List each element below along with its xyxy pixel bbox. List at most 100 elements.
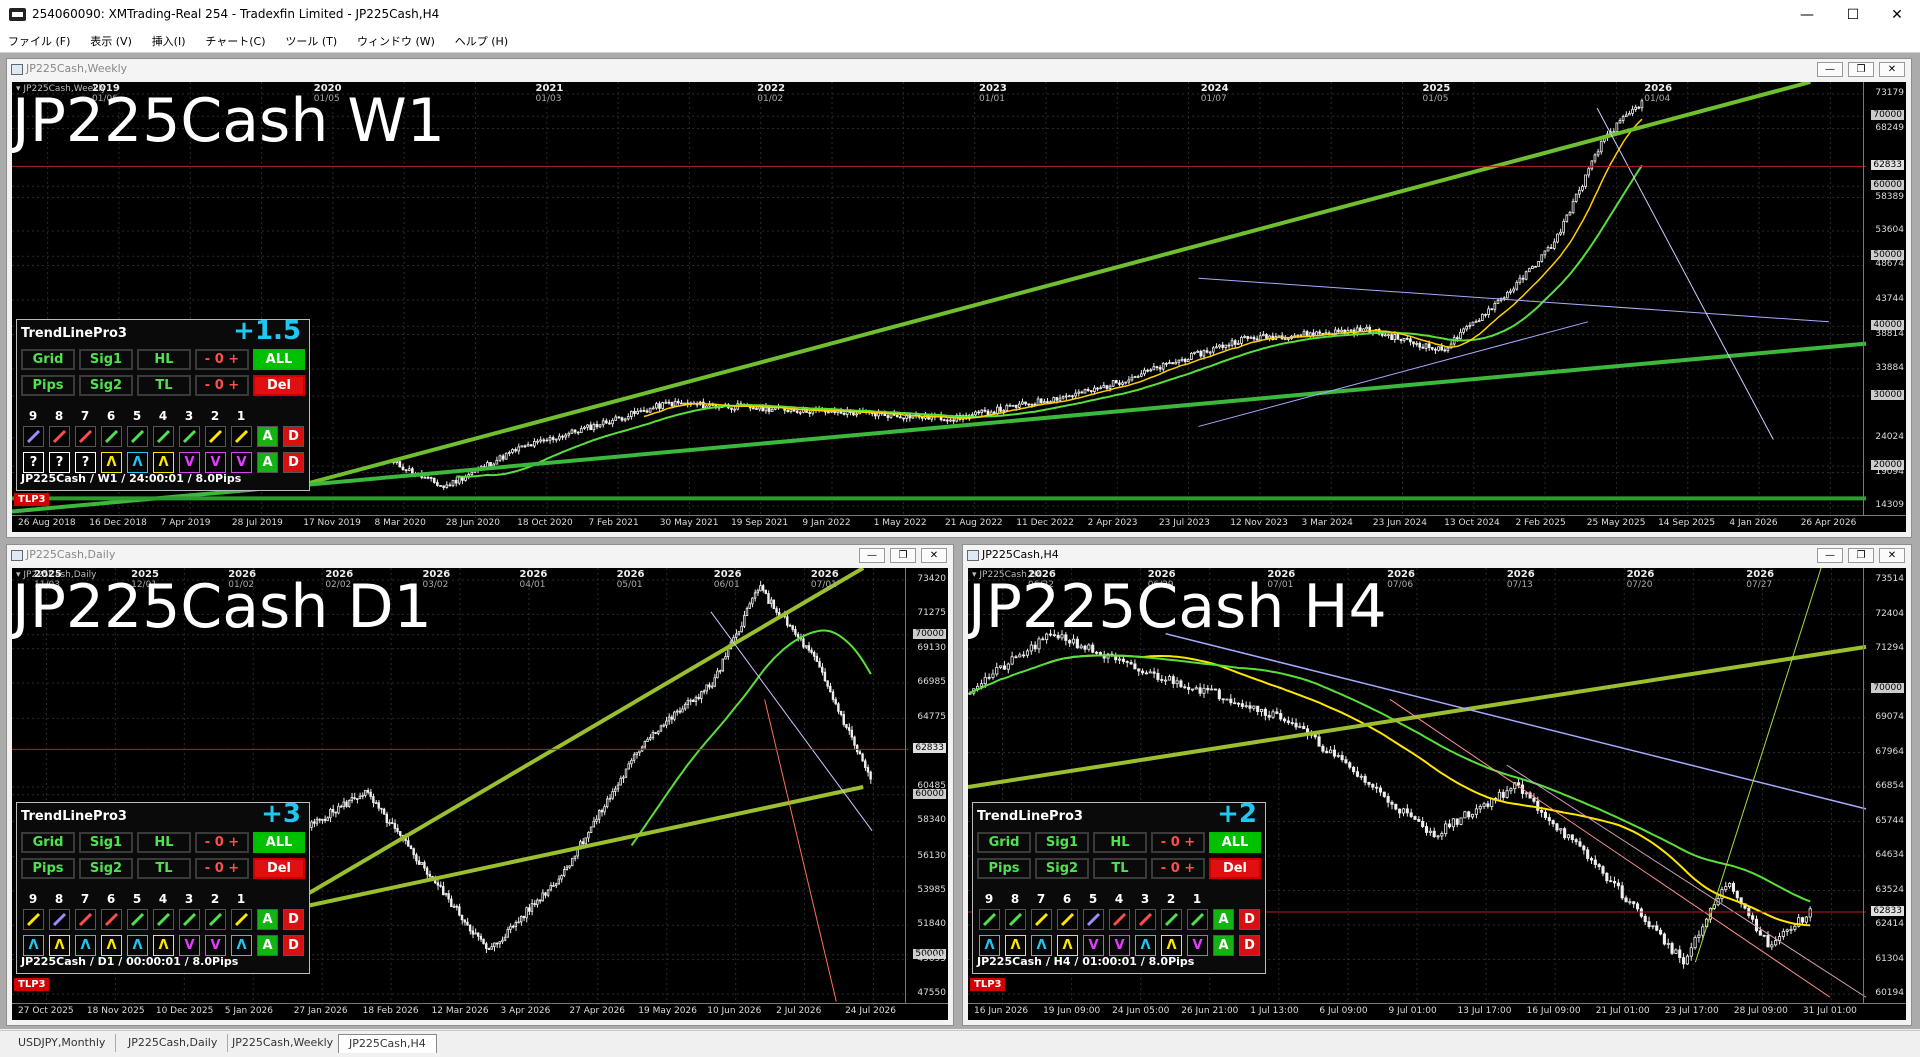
time-axis[interactable]: 16 Jun 2026 19 Jun 09:00 24 Jun 05:00 26 Ju… — [968, 1003, 1906, 1020]
chart-window-weekly[interactable]: JP225Cash,Weekly — ❐ ✕ ▾ JP225Cash,Weekly … — [6, 58, 1912, 538]
signal-cell[interactable]: Λ — [1005, 935, 1026, 956]
row-d-button[interactable]: D — [1239, 935, 1260, 956]
counter-button[interactable]: - 0 + — [195, 832, 249, 853]
price-chart-h4[interactable]: ▾ JP225Cash,H4 2026 06/22 2026 06/29 2026 07/… — [968, 568, 1906, 1020]
tab-jp225-weekly[interactable]: JP225Cash,Weekly — [222, 1034, 345, 1052]
signal-cell[interactable]: ? — [49, 452, 70, 473]
signal-cell[interactable]: Λ — [1161, 935, 1182, 956]
maximize-button[interactable]: ☐ — [1830, 0, 1876, 30]
chart-window-titlebar[interactable]: JP225Cash,Weekly — ❐ ✕ — [7, 59, 1911, 79]
signal-cell[interactable]: Λ — [75, 935, 96, 956]
grid-button[interactable]: Grid — [21, 349, 75, 370]
sig1-button[interactable]: Sig1 — [1035, 832, 1089, 853]
trendline-pen-icon[interactable] — [23, 426, 44, 447]
price-axis[interactable]: 73514 72404 71294 70000 69074 67964 66854 65744… — [1863, 568, 1906, 1004]
signal-cell[interactable]: Λ — [49, 935, 70, 956]
tlp3-badge[interactable]: TLP3 — [14, 493, 50, 506]
menu-window[interactable]: ウィンドウ (W) — [349, 30, 443, 49]
trendline-pen-icon[interactable] — [75, 426, 96, 447]
grid-button[interactable]: Grid — [977, 832, 1031, 853]
signal-cell[interactable]: V — [205, 935, 226, 956]
trendline-pen-icon[interactable] — [23, 909, 44, 930]
signal-cell[interactable]: ? — [23, 452, 44, 473]
chart-window-titlebar[interactable]: JP225Cash,Daily — ❐ ✕ — [7, 545, 953, 565]
trendline-pen-icon[interactable] — [1109, 909, 1130, 930]
hl-button[interactable]: HL — [137, 832, 191, 853]
signal-cell[interactable]: Λ — [127, 452, 148, 473]
signal-cell[interactable]: V — [1083, 935, 1104, 956]
trendline-pen-icon[interactable] — [153, 909, 174, 930]
all-button[interactable]: ALL — [253, 832, 305, 853]
all-button[interactable]: ALL — [1209, 832, 1261, 853]
trendline-pen-icon[interactable] — [205, 909, 226, 930]
row-a-button[interactable]: A — [1213, 935, 1234, 956]
trendline-pen-icon[interactable] — [205, 426, 226, 447]
counter-button[interactable]: - 0 + — [195, 858, 249, 879]
trendline-pen-icon[interactable] — [231, 909, 252, 930]
tl-button[interactable]: TL — [1093, 858, 1147, 879]
signal-cell[interactable]: Λ — [231, 935, 252, 956]
chart-minimize-button[interactable]: — — [1817, 548, 1843, 563]
trendline-pen-icon[interactable] — [101, 426, 122, 447]
pips-button[interactable]: Pips — [21, 375, 75, 396]
chart-restore-button[interactable]: ❐ — [1848, 62, 1874, 77]
trendline-pen-icon[interactable] — [75, 909, 96, 930]
sig1-button[interactable]: Sig1 — [79, 832, 133, 853]
time-axis[interactable]: 26 Aug 2018 16 Dec 2018 7 Apr 2019 28 Jul 2… — [12, 515, 1906, 532]
menu-chart[interactable]: チャート(C) — [197, 30, 273, 49]
row-a-button[interactable]: A — [257, 426, 278, 447]
row-a-button[interactable]: A — [257, 452, 278, 473]
trendline-pen-icon[interactable] — [1057, 909, 1078, 930]
signal-cell[interactable]: Λ — [23, 935, 44, 956]
signal-cell[interactable]: Λ — [1031, 935, 1052, 956]
signal-cell[interactable]: Λ — [101, 452, 122, 473]
minimize-button[interactable]: — — [1784, 0, 1830, 30]
chart-close-button[interactable]: ✕ — [921, 548, 947, 563]
tab-usdjpy-monthly[interactable]: USDJPY,Monthly — [8, 1034, 117, 1052]
signal-cell[interactable]: Λ — [153, 935, 174, 956]
sig2-button[interactable]: Sig2 — [79, 858, 133, 879]
menu-insert[interactable]: 挿入(I) — [144, 30, 194, 49]
hl-button[interactable]: HL — [137, 349, 191, 370]
trendline-pen-icon[interactable] — [127, 426, 148, 447]
row-d-button[interactable]: D — [283, 452, 304, 473]
sig1-button[interactable]: Sig1 — [79, 349, 133, 370]
signal-cell[interactable]: Λ — [101, 935, 122, 956]
tl-button[interactable]: TL — [137, 858, 191, 879]
chart-restore-button[interactable]: ❐ — [1848, 548, 1874, 563]
signal-cell[interactable]: V — [1109, 935, 1130, 956]
trendline-pen-icon[interactable] — [1005, 909, 1026, 930]
signal-cell[interactable]: V — [1187, 935, 1208, 956]
tlp3-badge[interactable]: TLP3 — [970, 978, 1006, 991]
time-axis[interactable]: 27 Oct 2025 18 Nov 2025 10 Dec 2025 5 Jan 2… — [12, 1003, 948, 1020]
menu-help[interactable]: ヘルプ (H) — [447, 30, 516, 49]
tlp3-badge[interactable]: TLP3 — [14, 978, 50, 991]
row-d-button[interactable]: D — [283, 909, 304, 930]
signal-cell[interactable]: V — [205, 452, 226, 473]
trendline-pen-icon[interactable] — [1031, 909, 1052, 930]
price-chart-weekly[interactable]: ▾ JP225Cash,Weekly 2019 01/06 2020 01/05 202… — [12, 82, 1906, 532]
signal-cell[interactable]: Λ — [153, 452, 174, 473]
trendline-pen-icon[interactable] — [127, 909, 148, 930]
del-button[interactable]: Del — [253, 375, 305, 396]
close-button[interactable]: ✕ — [1874, 0, 1920, 30]
trendline-pen-icon[interactable] — [1135, 909, 1156, 930]
tl-button[interactable]: TL — [137, 375, 191, 396]
menu-tools[interactable]: ツール (T) — [277, 30, 345, 49]
signal-cell[interactable]: V — [231, 452, 252, 473]
trendline-pen-icon[interactable] — [1187, 909, 1208, 930]
price-chart-daily[interactable]: ▾ JP225Cash,Daily 2025 11/03 2025 12/01 2026… — [12, 568, 948, 1020]
grid-button[interactable]: Grid — [21, 832, 75, 853]
trendline-pen-icon[interactable] — [231, 426, 252, 447]
trendline-pen-icon[interactable] — [979, 909, 1000, 930]
sig2-button[interactable]: Sig2 — [79, 375, 133, 396]
trendline-pen-icon[interactable] — [1083, 909, 1104, 930]
pips-button[interactable]: Pips — [977, 858, 1031, 879]
signal-cell[interactable]: Λ — [127, 935, 148, 956]
trendline-pen-icon[interactable] — [49, 909, 70, 930]
chart-restore-button[interactable]: ❐ — [890, 548, 916, 563]
trendline-pen-icon[interactable] — [179, 909, 200, 930]
chart-close-button[interactable]: ✕ — [1879, 548, 1905, 563]
signal-cell[interactable]: V — [179, 935, 200, 956]
signal-cell[interactable]: ? — [75, 452, 96, 473]
